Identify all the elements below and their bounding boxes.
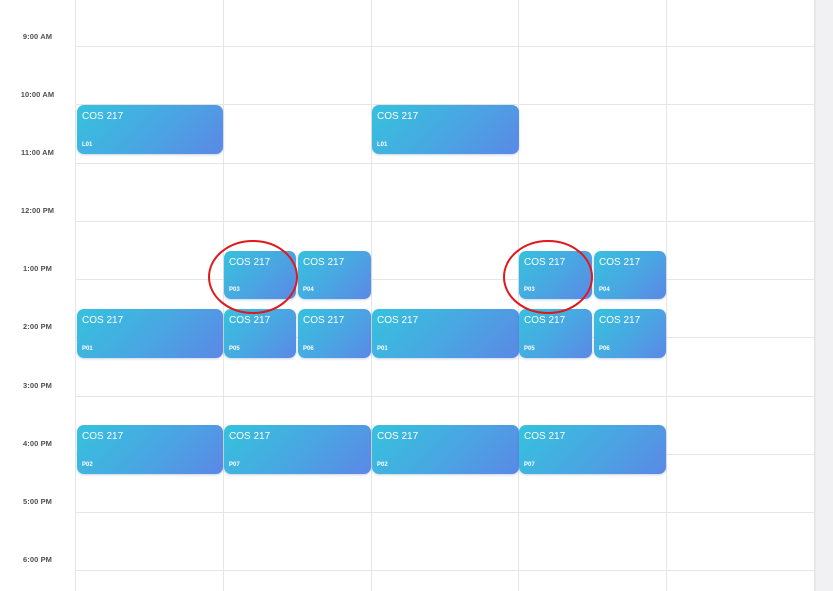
time-label: 11:00 AM [20,148,55,157]
time-label: 4:00 PM [22,439,53,448]
event-block[interactable]: COS 217 P02 [372,425,519,474]
event-title: COS 217 [82,315,124,326]
grid-line [75,163,816,164]
event-title: COS 217 [377,111,419,122]
event-block[interactable]: COS 217 P01 [77,309,223,358]
event-section: P04 [303,287,314,293]
grid-line [75,512,816,513]
time-label: 5:00 PM [22,497,53,506]
event-section: P02 [377,462,388,468]
event-section: P07 [229,462,240,468]
event-block[interactable]: COS 217 P04 [594,251,666,299]
time-label: 2:00 PM [22,322,53,331]
day-column-divider [371,0,372,591]
event-section: P06 [599,346,610,352]
day-column-divider [518,0,519,591]
time-label: 10:00 AM [20,90,55,99]
vertical-scrollbar[interactable] [815,0,833,591]
weekly-calendar-grid: 9:00 AM 10:00 AM 11:00 AM 12:00 PM 1:00 … [0,0,833,591]
event-title: COS 217 [599,257,641,268]
event-title: COS 217 [303,315,345,326]
event-title: COS 217 [229,257,271,268]
time-label: 12:00 PM [20,206,55,215]
event-block[interactable]: COS 217 L01 [77,105,223,154]
time-label: 3:00 PM [22,381,53,390]
event-block[interactable]: COS 217 L01 [372,105,519,154]
grid-line [75,279,816,280]
time-label: 1:00 PM [22,264,53,273]
event-title: COS 217 [82,111,124,122]
event-section: L01 [82,142,93,148]
event-section: P06 [303,346,314,352]
event-block[interactable]: COS 217 P05 [224,309,296,358]
event-title: COS 217 [377,431,419,442]
event-block[interactable]: COS 217 P02 [77,425,223,474]
event-title: COS 217 [524,315,566,326]
grid-line [75,46,816,47]
event-title: COS 217 [377,315,419,326]
grid-line [75,570,816,571]
event-section: P01 [377,346,388,352]
day-column-divider [666,0,667,591]
event-block[interactable]: COS 217 P06 [594,309,666,358]
time-label: 9:00 AM [22,32,53,41]
event-title: COS 217 [524,431,566,442]
event-block[interactable]: COS 217 P03 [224,251,296,299]
event-block[interactable]: COS 217 P06 [298,309,371,358]
day-column-divider [75,0,76,591]
annotation-layer [208,240,593,314]
day-column-divider [223,0,224,591]
event-section: P05 [524,346,535,352]
event-section: P07 [524,462,535,468]
event-block[interactable]: COS 217 P07 [519,425,666,474]
event-block[interactable]: COS 217 P03 [519,251,592,299]
event-section: P02 [82,462,93,468]
time-label: 6:00 PM [22,555,53,564]
grid-line [75,221,816,222]
event-title: COS 217 [599,315,641,326]
grid-line [75,396,816,397]
event-block[interactable]: COS 217 P04 [298,251,371,299]
event-block[interactable]: COS 217 P05 [519,309,592,358]
event-section: P03 [229,287,240,293]
event-title: COS 217 [229,431,271,442]
event-title: COS 217 [229,315,271,326]
event-section: P05 [229,346,240,352]
event-section: L01 [377,142,388,148]
event-section: P03 [524,287,535,293]
event-block[interactable]: COS 217 P01 [372,309,519,358]
event-block[interactable]: COS 217 P07 [224,425,371,474]
event-title: COS 217 [82,431,124,442]
event-title: COS 217 [303,257,345,268]
event-title: COS 217 [524,257,566,268]
event-section: P04 [599,287,610,293]
event-section: P01 [82,346,93,352]
